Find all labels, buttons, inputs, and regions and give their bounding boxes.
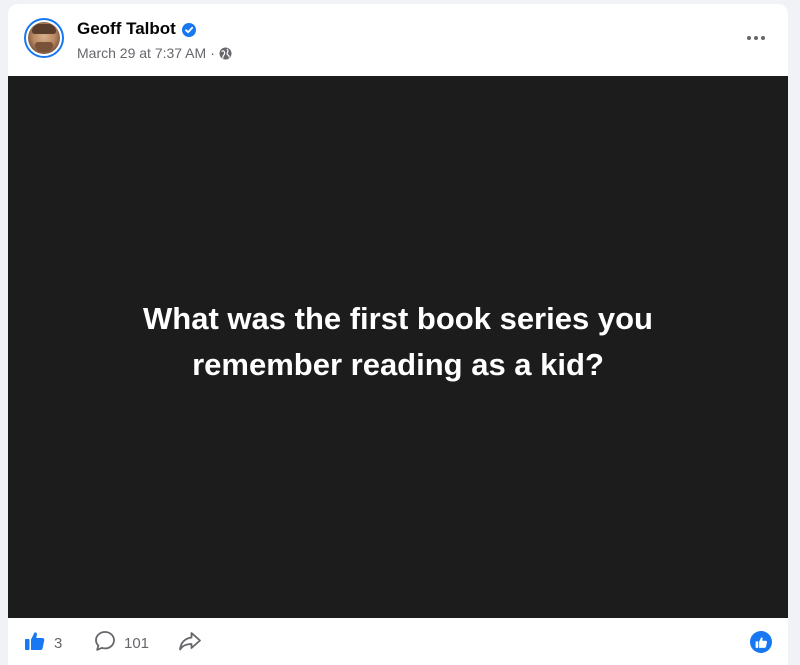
post-meta: March 29 at 7:37 AM · <box>77 45 232 61</box>
post-text: What was the first book series you remem… <box>98 296 698 388</box>
post-text-background: What was the first book series you remem… <box>8 76 788 618</box>
comment-button[interactable]: 101 <box>94 630 149 656</box>
more-options-icon[interactable] <box>738 26 774 50</box>
share-icon <box>178 630 202 656</box>
comment-count: 101 <box>124 634 150 652</box>
post-header: Geoff Talbot March 29 at 7:37 AM · <box>8 4 788 76</box>
post-card: Geoff Talbot March 29 at 7:37 AM · What … <box>8 4 788 665</box>
author-avatar[interactable] <box>24 18 64 58</box>
post-text-line-1: What was the first book series you <box>143 301 653 336</box>
author-line: Geoff Talbot <box>77 19 196 39</box>
post-footer: 3 101 <box>8 618 788 665</box>
post-timestamp[interactable]: March 29 at 7:37 AM <box>77 45 206 61</box>
verified-badge-icon <box>181 22 196 37</box>
post-text-line-2: remember reading as a kid? <box>192 347 604 382</box>
meta-separator: · <box>210 45 215 61</box>
like-count: 3 <box>54 634 63 652</box>
share-button[interactable] <box>178 630 202 656</box>
avatar-photo <box>28 22 60 54</box>
like-button[interactable]: 3 <box>24 630 62 656</box>
like-reaction-icon[interactable] <box>750 631 772 653</box>
comment-icon <box>94 630 116 656</box>
thumbs-up-icon <box>24 630 46 656</box>
author-name[interactable]: Geoff Talbot <box>77 19 176 39</box>
globe-icon[interactable] <box>219 47 232 60</box>
